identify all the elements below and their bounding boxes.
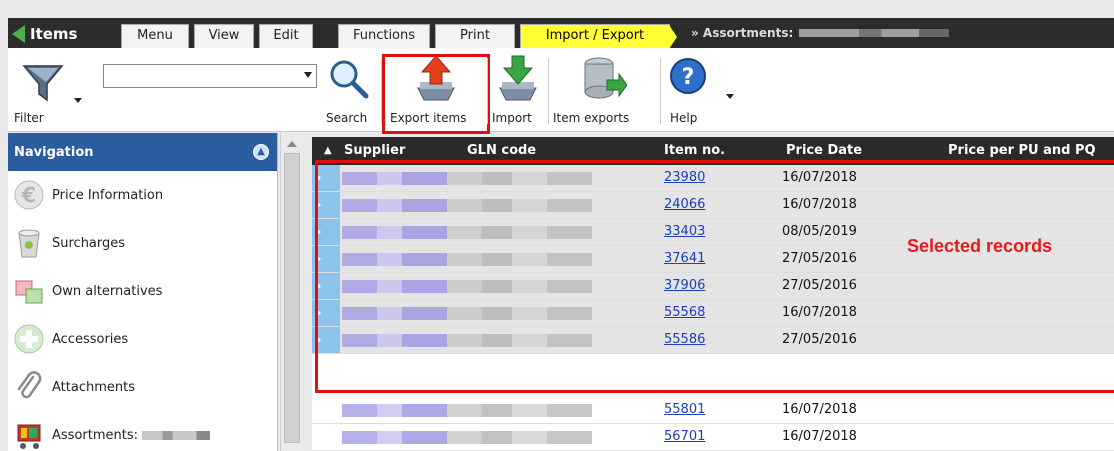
nav-item-label: Own alternatives (52, 283, 163, 299)
shopping-cart-icon (12, 418, 46, 451)
item-no-link[interactable]: 55801 (664, 402, 705, 417)
svg-text:?: ? (682, 65, 695, 90)
selected-records-highlight-box (315, 160, 1114, 393)
column-price-date[interactable]: Price Date (786, 143, 862, 158)
app-title[interactable]: Items (12, 22, 77, 46)
nav-item-assortments[interactable]: Assortments: (8, 411, 277, 451)
search-label: Search (326, 111, 368, 125)
filter-label: Filter (14, 111, 44, 125)
navigation-scrollbar[interactable] (280, 133, 302, 451)
redacted-supplier-gln (342, 404, 592, 417)
nav-item-label: Surcharges (52, 235, 126, 251)
filter-button[interactable] (16, 56, 82, 112)
search-combo-input[interactable] (103, 64, 317, 88)
selected-records-annotation: Selected records (907, 236, 1053, 256)
item-no-link[interactable]: 56701 (664, 429, 705, 444)
navigation-title: Navigation (14, 144, 94, 160)
nav-item-attachments[interactable]: Attachments (8, 363, 277, 411)
price-date-cell: 16/07/2018 (782, 402, 857, 417)
toolbar-divider (487, 58, 488, 124)
import-arrow-icon (499, 55, 537, 101)
column-item-no[interactable]: Item no. (664, 143, 725, 158)
nav-item-price-information[interactable]: € Price Information (8, 171, 277, 219)
scroll-up-icon[interactable] (287, 141, 297, 147)
column-supplier[interactable]: Supplier (344, 143, 405, 158)
tab-functions[interactable]: Functions (338, 24, 430, 48)
plus-circle-icon (12, 322, 46, 356)
tab-menu[interactable]: Menu (121, 24, 189, 48)
breadcrumb-label: » Assortments: (691, 26, 794, 40)
combo-dropdown-icon[interactable] (304, 72, 312, 78)
redacted-text (142, 430, 210, 440)
toolbar-divider (548, 58, 549, 124)
nav-item-accessories[interactable]: Accessories (8, 315, 277, 363)
back-arrow-icon (12, 25, 25, 43)
import-label: Import (492, 111, 532, 125)
navigation-panel: Navigation ▲ € Price Information Surchar… (8, 133, 278, 451)
magnifier-icon (330, 60, 369, 99)
tab-edit[interactable]: Edit (259, 24, 313, 48)
help-button[interactable]: ? Help (664, 54, 734, 130)
table-row[interactable]: 56701 16/07/2018 (312, 424, 1114, 451)
recycle-bin-icon (12, 226, 46, 260)
item-exports-button[interactable]: Item exports (551, 54, 655, 130)
navigation-header: Navigation ▲ (8, 133, 277, 171)
toolbar-divider (660, 58, 661, 124)
help-label: Help (670, 111, 698, 125)
search-button[interactable] (326, 56, 376, 108)
help-question-icon: ? (670, 58, 706, 94)
toolbar: Filter Search Export items Import Item e… (8, 48, 1114, 134)
app-title-label: Items (30, 25, 78, 43)
paperclip-icon (12, 370, 46, 404)
nav-item-surcharges[interactable]: Surcharges (8, 219, 277, 267)
nav-item-label: Assortments: (52, 427, 138, 443)
redacted-supplier-gln (342, 431, 592, 444)
database-export-icon (584, 57, 627, 99)
redacted-text (799, 29, 950, 37)
tab-view[interactable]: View (194, 24, 254, 48)
item-exports-label: Item exports (553, 111, 630, 125)
nav-item-label: Attachments (52, 379, 135, 395)
nav-item-label: Accessories (52, 331, 129, 347)
euro-icon: € (12, 178, 46, 212)
column-price-per-pu[interactable]: Price per PU and PQ (948, 143, 1096, 158)
column-gln-code[interactable]: GLN code (467, 143, 536, 158)
nav-item-label: Price Information (52, 187, 164, 203)
import-button[interactable]: Import (490, 54, 546, 130)
table-row[interactable]: 55801 16/07/2018 (312, 397, 1114, 424)
sort-ascending-icon[interactable]: ▲ (324, 145, 332, 156)
filter-dropdown-icon[interactable] (74, 98, 82, 103)
tab-import-export[interactable]: Import / Export (520, 24, 677, 49)
collapse-icon[interactable]: ▲ (253, 144, 269, 160)
help-dropdown-icon[interactable] (726, 94, 734, 99)
alternatives-icon (12, 274, 46, 308)
nav-item-own-alternatives[interactable]: Own alternatives (8, 267, 277, 315)
breadcrumb: » Assortments: (691, 26, 950, 40)
export-highlight-box (382, 54, 490, 134)
tab-print[interactable]: Print (435, 24, 515, 48)
filter-funnel-icon (22, 65, 64, 102)
svg-text:€: € (21, 183, 36, 207)
scroll-thumb[interactable] (284, 153, 300, 443)
price-date-cell: 16/07/2018 (782, 429, 857, 444)
menu-tab-bar: Items Menu View Edit Functions Print Imp… (8, 18, 1114, 49)
